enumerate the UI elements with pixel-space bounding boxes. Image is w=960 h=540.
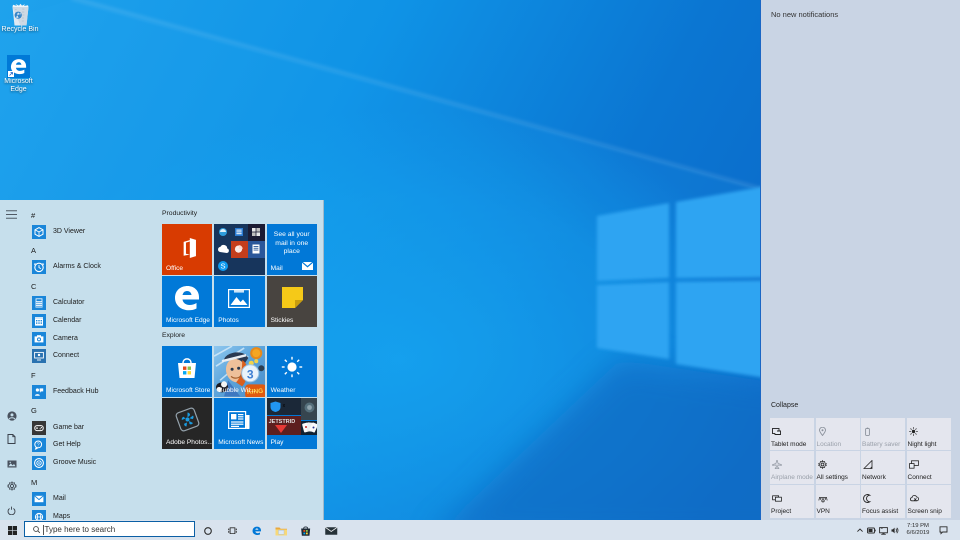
svg-text:S: S <box>220 261 225 270</box>
svg-text:?: ? <box>37 443 40 449</box>
svg-text:3: 3 <box>247 367 254 381</box>
